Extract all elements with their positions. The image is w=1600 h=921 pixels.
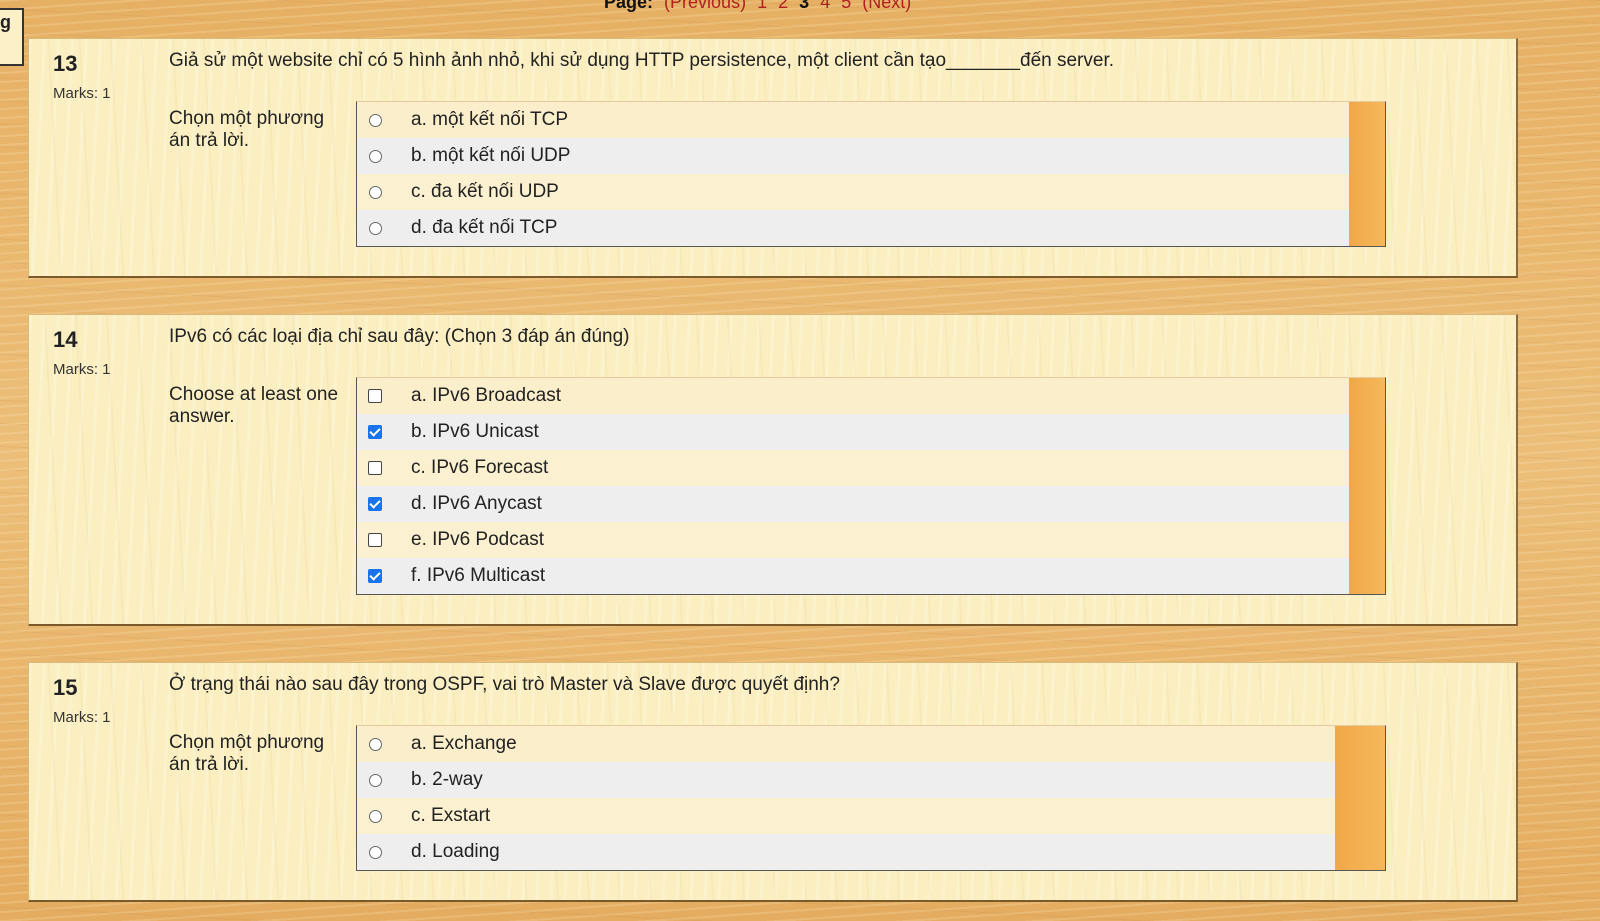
radio-button[interactable] <box>369 809 382 823</box>
question-15: 15 Marks: 1 Ở trạng thái nào sau đây tro… <box>28 662 1518 902</box>
question-marks: Marks: 1 <box>53 361 111 378</box>
answer-prompt: Chọn một phương án trả lời. <box>169 108 325 151</box>
answer-label[interactable]: c. đa kết nối UDP <box>411 181 559 203</box>
question-text: Giả sử một website chỉ có 5 hình ảnh nhỏ… <box>169 50 1114 71</box>
radio-button[interactable] <box>369 737 382 751</box>
answer-label[interactable]: a. IPv6 Broadcast <box>411 385 561 407</box>
answer-option-c[interactable]: c. IPv6 Forecast <box>357 450 1349 486</box>
radio-button[interactable] <box>369 149 382 163</box>
answer-label[interactable]: d. đa kết nối TCP <box>411 217 557 239</box>
answer-prompt: Choose at least one answer. <box>169 384 339 427</box>
answer-label[interactable]: c. Exstart <box>411 805 490 827</box>
question-number: 13 <box>53 51 78 76</box>
question-text: Ở trạng thái nào sau đây trong OSPF, vai… <box>169 674 840 695</box>
answer-side-strip <box>1349 102 1385 246</box>
radio-button[interactable] <box>369 845 382 859</box>
answer-option-b[interactable]: b. 2-way <box>357 762 1335 798</box>
question-text: IPv6 có các loại địa chỉ sau đây: (Chọn … <box>169 326 630 347</box>
pager-previous-link[interactable]: (Previous) <box>664 0 746 12</box>
answer-label[interactable]: b. một kết nối UDP <box>411 145 570 167</box>
pager-page-5-link[interactable]: 5 <box>841 0 851 12</box>
answer-list: a. IPv6 Broadcast b. IPv6 Unicast c. IPv… <box>356 377 1386 595</box>
answer-label[interactable]: a. một kết nối TCP <box>411 109 568 131</box>
answer-list: a. một kết nối TCP b. một kết nối UDP c.… <box>356 101 1386 247</box>
checkbox[interactable] <box>368 389 382 403</box>
question-number: 14 <box>53 327 78 352</box>
checkbox[interactable] <box>368 461 382 475</box>
pager-label: Page: <box>604 0 654 12</box>
pager-page-2-link[interactable]: 2 <box>778 0 788 12</box>
answer-option-e[interactable]: e. IPv6 Podcast <box>357 522 1349 558</box>
answer-option-d[interactable]: d. Loading <box>357 834 1335 870</box>
answer-label[interactable]: a. Exchange <box>411 733 517 755</box>
answer-option-c[interactable]: c. Exstart <box>357 798 1335 834</box>
answer-label[interactable]: d. IPv6 Anycast <box>411 493 542 515</box>
answer-side-strip <box>1335 726 1385 870</box>
checkbox[interactable] <box>368 569 382 583</box>
pager-next-link[interactable]: (Next) <box>862 0 911 12</box>
answer-option-d[interactable]: d. IPv6 Anycast <box>357 486 1349 522</box>
radio-button[interactable] <box>369 113 382 127</box>
pager-page-1-link[interactable]: 1 <box>757 0 767 12</box>
answer-label[interactable]: f. IPv6 Multicast <box>411 565 545 587</box>
question-13: 13 Marks: 1 Giả sử một website chỉ có 5 … <box>28 38 1518 278</box>
answer-option-a[interactable]: a. IPv6 Broadcast <box>357 378 1349 414</box>
radio-button[interactable] <box>369 185 382 199</box>
answer-label[interactable]: c. IPv6 Forecast <box>411 457 548 479</box>
checkbox[interactable] <box>368 533 382 547</box>
pager: Page: (Previous) 1 2 3 4 5 (Next) <box>604 0 911 13</box>
question-14: 14 Marks: 1 IPv6 có các loại địa chỉ sau… <box>28 314 1518 626</box>
answer-label[interactable]: b. IPv6 Unicast <box>411 421 539 443</box>
answer-label[interactable]: b. 2-way <box>411 769 483 791</box>
radio-button[interactable] <box>369 221 382 235</box>
answer-option-d[interactable]: d. đa kết nối TCP <box>357 210 1349 246</box>
checkbox[interactable] <box>368 425 382 439</box>
answer-side-strip <box>1349 378 1385 594</box>
sidebar-stub: g <box>0 8 24 66</box>
question-number: 15 <box>53 675 78 700</box>
answer-option-b[interactable]: b. IPv6 Unicast <box>357 414 1349 450</box>
checkbox[interactable] <box>368 497 382 511</box>
radio-button[interactable] <box>369 773 382 787</box>
question-marks: Marks: 1 <box>53 709 111 726</box>
question-marks: Marks: 1 <box>53 85 111 102</box>
answer-label[interactable]: d. Loading <box>411 841 500 863</box>
answer-option-b[interactable]: b. một kết nối UDP <box>357 138 1349 174</box>
answer-option-a[interactable]: a. Exchange <box>357 726 1335 762</box>
answer-label[interactable]: e. IPv6 Podcast <box>411 529 544 551</box>
pager-page-4-link[interactable]: 4 <box>820 0 830 12</box>
answer-option-f[interactable]: f. IPv6 Multicast <box>357 558 1349 594</box>
answer-prompt: Chọn một phương án trả lời. <box>169 732 325 775</box>
pager-current-page: 3 <box>799 0 810 12</box>
answer-option-a[interactable]: a. một kết nối TCP <box>357 102 1349 138</box>
answer-list: a. Exchange b. 2-way c. Exstart d. Loadi… <box>356 725 1386 871</box>
answer-option-c[interactable]: c. đa kết nối UDP <box>357 174 1349 210</box>
